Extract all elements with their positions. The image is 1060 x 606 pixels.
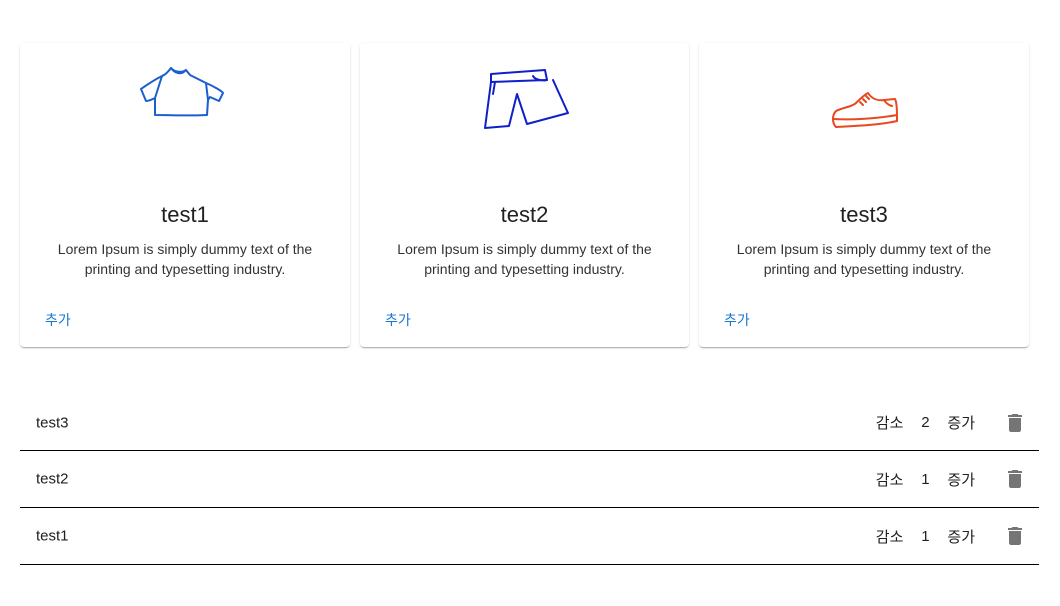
product-card: test1 Lorem Ipsum is simply dummy text o… <box>20 43 350 347</box>
quantity-value: 1 <box>921 527 930 545</box>
shorts-icon <box>477 63 573 137</box>
product-description: Lorem Ipsum is simply dummy text of the … <box>57 241 313 277</box>
increase-button[interactable]: 증가 <box>945 412 977 433</box>
trash-icon[interactable] <box>1003 411 1027 435</box>
quantity-controls: 감소 1 증가 <box>874 524 1027 548</box>
product-title: test2 <box>500 202 549 227</box>
trash-icon[interactable] <box>1003 524 1027 548</box>
decrease-button[interactable]: 감소 <box>874 469 906 490</box>
add-to-cart-button[interactable]: 추가 <box>37 307 79 333</box>
add-to-cart-button[interactable]: 추가 <box>377 307 419 333</box>
cart-item-name: test3 <box>36 414 69 431</box>
product-title: test3 <box>840 202 888 227</box>
product-description: Lorem Ipsum is simply dummy text of the … <box>736 241 992 277</box>
add-to-cart-button[interactable]: 추가 <box>716 307 758 333</box>
increase-button[interactable]: 증가 <box>945 469 977 490</box>
cart-row: test2 감소 1 증가 <box>20 451 1039 508</box>
quantity-value: 1 <box>921 470 930 488</box>
decrease-button[interactable]: 감소 <box>874 526 906 547</box>
increase-button[interactable]: 증가 <box>945 526 977 547</box>
product-image <box>20 63 350 203</box>
sneaker-icon <box>826 63 902 142</box>
cart-item-name: test1 <box>36 527 69 545</box>
product-description: Lorem Ipsum is simply dummy text of the … <box>397 241 652 277</box>
quantity-controls: 감소 2 증가 <box>874 411 1027 435</box>
product-title: test1 <box>161 202 209 227</box>
cart-list: test3 감소 2 증가 test2 감소 1 증가 test1 감소 1 증… <box>20 395 1039 565</box>
product-image <box>360 63 689 203</box>
product-card: test3 Lorem Ipsum is simply dummy text o… <box>699 43 1029 347</box>
quantity-controls: 감소 1 증가 <box>874 467 1027 491</box>
cart-row: test3 감소 2 증가 <box>20 395 1039 451</box>
product-grid: test1 Lorem Ipsum is simply dummy text o… <box>20 43 1029 347</box>
cart-item-name: test2 <box>36 470 69 488</box>
tshirt-icon <box>140 63 230 128</box>
quantity-value: 2 <box>921 414 930 431</box>
trash-icon[interactable] <box>1003 467 1027 491</box>
product-card: test2 Lorem Ipsum is simply dummy text o… <box>360 43 689 347</box>
product-image <box>699 63 1029 203</box>
decrease-button[interactable]: 감소 <box>874 412 906 433</box>
cart-row: test1 감소 1 증가 <box>20 508 1039 565</box>
